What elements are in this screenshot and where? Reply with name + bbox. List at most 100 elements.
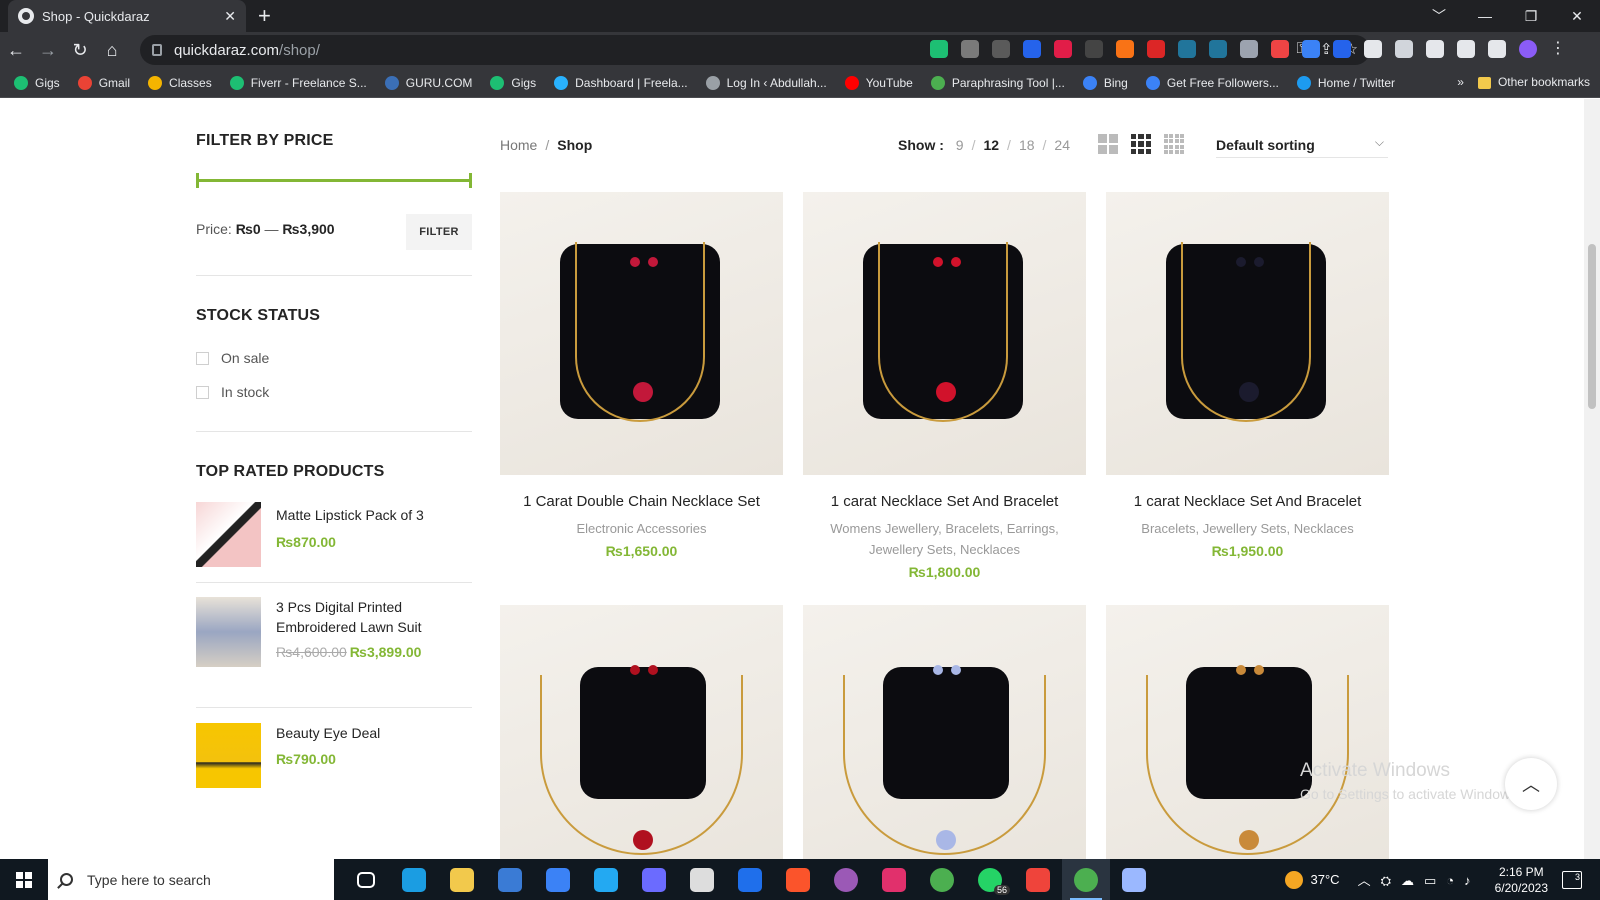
checkbox-box[interactable] [196, 385, 209, 399]
bookmarks-overflow-button[interactable]: » [1457, 75, 1464, 89]
bookmark-item[interactable]: Paraphrasing Tool |... [930, 75, 1065, 90]
puzzle-icon[interactable] [1426, 40, 1444, 58]
product-name[interactable]: 3 Pcs Digital Printed Embroidered Lawn S… [276, 597, 472, 637]
tab-shop[interactable]: Shop - Quickdaraz ✕ [8, 0, 246, 32]
x-extension-icon[interactable] [1054, 40, 1072, 58]
taskbar-task-view-button[interactable] [342, 859, 390, 900]
sorting-select[interactable]: Default sorting ⌵ [1216, 134, 1388, 158]
taskbar-app-car-button[interactable] [678, 859, 726, 900]
download-icon[interactable] [1302, 40, 1320, 58]
bookmark-item[interactable]: GURU.COM [384, 75, 472, 90]
block-icon[interactable] [1147, 40, 1165, 58]
scrollbar-thumb[interactable] [1588, 244, 1596, 409]
extension-icon[interactable] [1085, 40, 1103, 58]
extension-icon[interactable] [1116, 40, 1134, 58]
grammarly-icon[interactable] [930, 40, 948, 58]
weather-widget[interactable]: 37°C [1284, 870, 1340, 889]
extension-icon[interactable] [1271, 40, 1289, 58]
extension-icon[interactable] [961, 40, 979, 58]
product-thumbnail[interactable] [196, 502, 261, 567]
per-page-9[interactable]: 9 [956, 137, 964, 153]
in-stock-checkbox[interactable]: In stock [196, 384, 269, 400]
product-image[interactable] [803, 192, 1086, 475]
taskbar-file-explorer-button[interactable] [438, 859, 486, 900]
product-name[interactable]: Matte Lipstick Pack of 3 [276, 505, 472, 525]
price-range-slider[interactable] [196, 173, 472, 188]
bookmark-item[interactable]: Bing [1082, 75, 1128, 90]
per-page-12[interactable]: 12 [983, 137, 999, 153]
camera-icon[interactable] [1240, 40, 1258, 58]
back-button[interactable]: ← [0, 34, 32, 66]
product-name[interactable]: Beauty Eye Deal [276, 723, 472, 743]
bookmark-item[interactable]: Gigs [14, 75, 60, 90]
bookmark-item[interactable]: YouTube [844, 75, 913, 90]
clock[interactable]: 2:16 PM 6/20/2023 [1495, 864, 1548, 896]
taskbar-chrome-active-button[interactable] [1062, 859, 1110, 900]
bookmark-item[interactable]: Gmail [77, 75, 130, 90]
taskbar-anydesk-button[interactable] [1014, 859, 1062, 900]
product-card[interactable] [500, 605, 783, 859]
checkbox-box[interactable] [196, 351, 209, 365]
taskbar-brave-button[interactable] [774, 859, 822, 900]
bookmark-item[interactable]: Classes [148, 75, 212, 90]
product-image[interactable] [500, 192, 783, 475]
bookmark-item[interactable]: Log In ‹ Abdullah... [705, 75, 827, 90]
taskbar-network-app-button[interactable] [1110, 859, 1158, 900]
taskbar-instagram-button[interactable] [870, 859, 918, 900]
mail-icon[interactable] [1395, 40, 1413, 58]
extension-icon[interactable] [992, 40, 1010, 58]
scroll-to-top-button[interactable]: ︿ [1505, 758, 1557, 810]
wordpress-icon[interactable] [1209, 40, 1227, 58]
reload-button[interactable]: ↻ [64, 34, 96, 66]
wordpress-icon[interactable] [1178, 40, 1196, 58]
tab-close-icon[interactable]: ✕ [224, 8, 236, 25]
product-card[interactable] [803, 605, 1086, 859]
notification-center-icon[interactable]: 3 [1562, 870, 1582, 889]
sidepanel-icon[interactable] [1488, 40, 1506, 58]
close-window-button[interactable]: ✕ [1554, 0, 1600, 32]
breadcrumb-home[interactable]: Home [500, 137, 537, 153]
product-card[interactable] [1106, 605, 1389, 859]
product-name[interactable]: 1 Carat Double Chain Necklace Set [500, 493, 783, 510]
extension-icon[interactable] [1364, 40, 1382, 58]
taskbar-chrome-button[interactable] [918, 859, 966, 900]
shield-icon[interactable] [1023, 40, 1041, 58]
bookmark-item[interactable]: Home / Twitter [1296, 75, 1395, 90]
product-thumbnail[interactable] [196, 597, 261, 667]
taskbar-search[interactable]: Type here to search [48, 859, 334, 900]
home-button[interactable]: ⌂ [96, 34, 128, 66]
grid-2-icon[interactable] [1098, 134, 1118, 154]
taskbar-github-button[interactable] [822, 859, 870, 900]
minimize-button[interactable]: — [1462, 0, 1508, 32]
taskbar-dev-button[interactable] [726, 859, 774, 900]
product-card[interactable]: 1 Carat Double Chain Necklace Set Electro… [500, 192, 783, 559]
product-card[interactable]: 1 carat Necklace Set And Bracelet Womens … [803, 192, 1086, 580]
zip-icon[interactable] [1333, 40, 1351, 58]
grid-3-icon[interactable] [1131, 134, 1151, 154]
product-image[interactable] [1106, 605, 1389, 859]
start-button[interactable] [0, 859, 48, 900]
product-image[interactable] [803, 605, 1086, 859]
menu-icon[interactable]: ⋮ [1550, 40, 1568, 58]
taskbar-vscode-button[interactable] [582, 859, 630, 900]
other-bookmarks-folder[interactable]: Other bookmarks [1477, 75, 1590, 89]
bookmark-item[interactable]: Gigs [490, 75, 536, 90]
taskbar-edge-button[interactable] [390, 859, 438, 900]
tab-search-icon[interactable]: ﹀ [1416, 0, 1462, 32]
per-page-18[interactable]: 18 [1019, 137, 1035, 153]
taskbar-mail-button[interactable] [534, 859, 582, 900]
filter-button[interactable]: FILTER [406, 214, 472, 250]
tray-icons[interactable]: ︿⛭☁▭◔♪ [1358, 870, 1481, 889]
taskbar-whatsapp-button[interactable]: 56 [966, 859, 1014, 900]
profile-avatar[interactable] [1519, 40, 1537, 58]
product-image[interactable] [500, 605, 783, 859]
bookmark-item[interactable]: Get Free Followers... [1145, 75, 1279, 90]
product-categories[interactable]: Womens Jewellery, Bracelets, Earrings, J… [803, 518, 1086, 560]
forward-button[interactable]: → [32, 34, 64, 66]
grid-4-icon[interactable] [1164, 134, 1184, 154]
product-name[interactable]: 1 carat Necklace Set And Bracelet [803, 493, 1086, 510]
on-sale-checkbox[interactable]: On sale [196, 350, 269, 366]
taskbar-store-button[interactable] [486, 859, 534, 900]
bookmark-item[interactable]: Dashboard | Freela... [554, 75, 688, 90]
product-name[interactable]: 1 carat Necklace Set And Bracelet [1106, 493, 1389, 510]
